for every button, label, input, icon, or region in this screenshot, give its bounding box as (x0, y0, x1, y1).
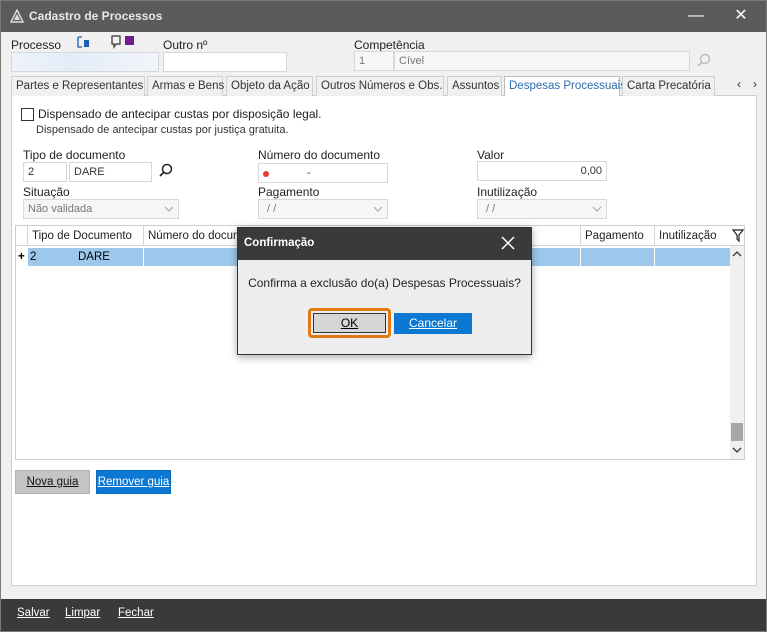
dialog-title: Confirmação (244, 237, 315, 249)
close-icon[interactable] (499, 234, 517, 252)
ok-label: OK (340, 316, 359, 330)
cancel-button[interactable]: Cancelar (394, 313, 472, 334)
ok-button[interactable]: OK (313, 313, 386, 333)
dialog-titlebar: Confirmação (238, 228, 531, 260)
modal-overlay: Confirmação Confirma a exclusão do(a) De… (0, 0, 767, 632)
dialog-message: Confirma a exclusão do(a) Despesas Proce… (248, 276, 521, 290)
cancel-label: Cancelar (408, 316, 458, 330)
confirmation-dialog: Confirmação Confirma a exclusão do(a) De… (237, 227, 532, 355)
